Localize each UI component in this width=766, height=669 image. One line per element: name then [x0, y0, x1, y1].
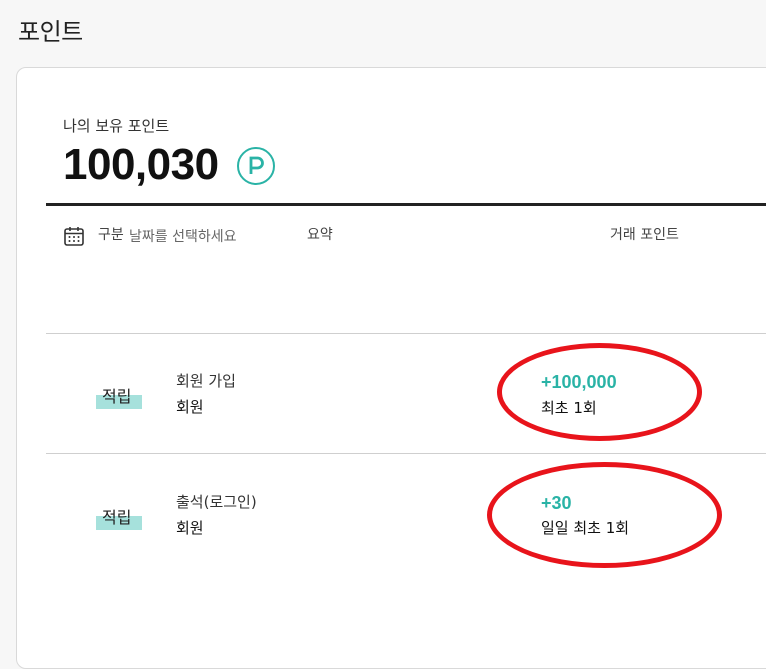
page-title: 포인트 — [18, 18, 83, 46]
date-placeholder[interactable]: 날짜를 선택하세요 — [129, 226, 237, 246]
calendar-icon[interactable] — [63, 225, 85, 251]
type-badge: 적립 — [96, 504, 142, 530]
summary-title: 회원 가입 — [176, 372, 236, 390]
column-header-points: 거래 포인트 — [610, 227, 679, 243]
type-badge: 적립 — [96, 383, 142, 409]
summary-sub: 회원 — [176, 519, 204, 537]
column-header-summary: 요약 — [307, 227, 333, 243]
annotation-ellipse — [487, 462, 722, 568]
row-divider — [46, 453, 766, 454]
column-header-type: 구분 — [98, 227, 124, 243]
summary-title: 출석(로그인) — [176, 493, 257, 511]
point-total: 100,030 — [63, 140, 219, 189]
header-divider — [46, 333, 766, 334]
summary-sub: 회원 — [176, 398, 204, 416]
my-points-label: 나의 보유 포인트 — [63, 117, 170, 135]
point-p-icon — [237, 147, 275, 185]
table-header-top-border — [46, 203, 766, 206]
annotation-ellipse — [497, 343, 702, 441]
